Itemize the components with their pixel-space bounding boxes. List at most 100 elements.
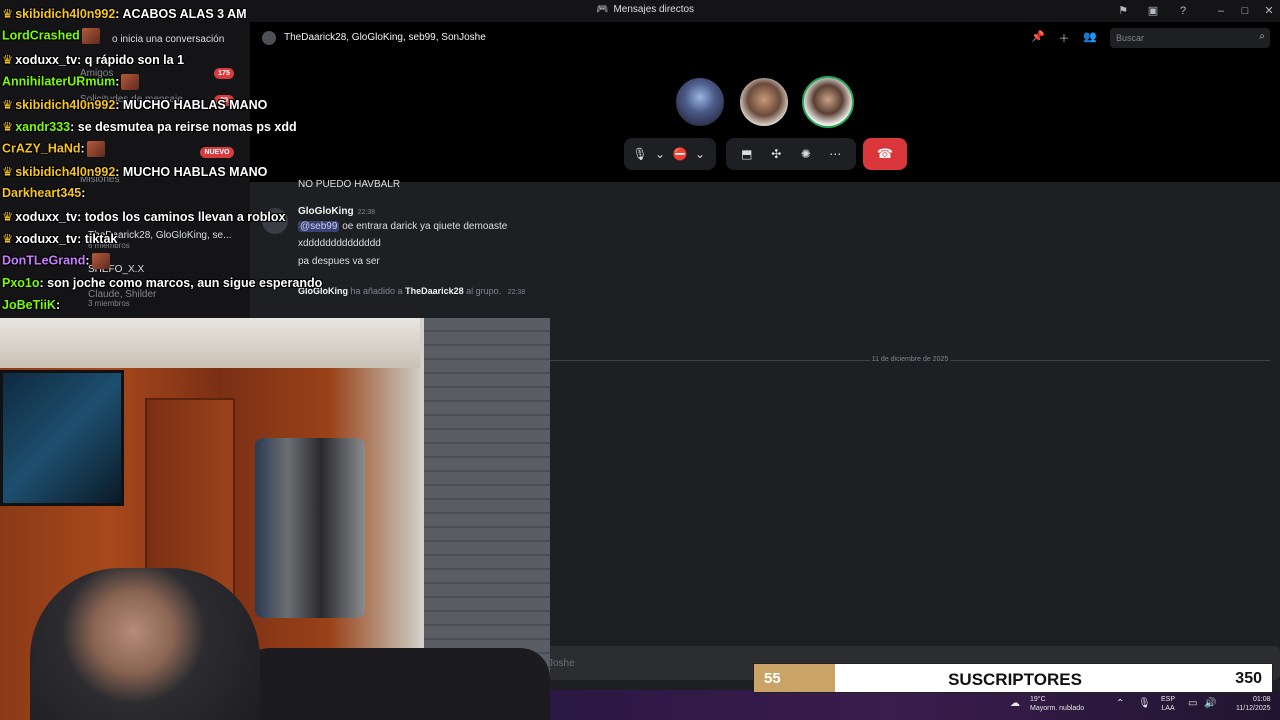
chat-message: Pxo1o: son joche como marcos, aun sigue …	[2, 276, 322, 290]
participant-avatar[interactable]	[674, 76, 726, 128]
language-indicator[interactable]: ESP LAA	[1161, 695, 1175, 713]
screen: 🎮 Mensajes directos ⚑ ▣ ? – □ ✕ o inicia…	[0, 0, 1280, 720]
crown-icon: ♛	[2, 232, 14, 246]
chevron-down-icon[interactable]: ⌄	[650, 147, 670, 161]
close-icon[interactable]: ✕	[1260, 3, 1278, 19]
weather-icon: ☁	[1010, 698, 1020, 709]
chat-text: :	[85, 253, 90, 268]
chat-text: : q rápido son la 1	[77, 53, 185, 67]
sub-goal-bar: 55 SUSCRIPTORES 350	[753, 663, 1273, 693]
call-participants: TheDaarick28, GloGloKing, seb99, SonJosh…	[284, 32, 486, 43]
sub-label: SUSCRIPTORES	[948, 670, 1082, 689]
sub-current: 55	[764, 670, 781, 687]
search-input[interactable]: Buscar ⌕	[1110, 28, 1270, 48]
network-icon[interactable]: ▭	[1188, 698, 1197, 709]
members-icon[interactable]: 👥	[1082, 30, 1098, 46]
chat-text: :	[55, 298, 61, 312]
chat-message: ♛ xoduxx_tv: q rápido son la 1	[2, 52, 184, 67]
emote-icon	[121, 74, 140, 90]
microphone-tray-icon[interactable]: 🎙	[1138, 698, 1151, 709]
clock[interactable]: 01:08 11/12/2025	[1236, 695, 1271, 713]
chat-message: ♛ xoduxx_tv: todos los caminos llevan a r…	[2, 209, 285, 224]
volume-icon[interactable]: 🔊	[1204, 698, 1216, 709]
chat-message: CrAZY_HaNd:	[2, 141, 105, 157]
language: ESP	[1161, 696, 1176, 703]
message-line: oe entrara darick ya qiuete demoaste	[342, 221, 508, 232]
add-friend-icon[interactable]: ＋	[1056, 30, 1072, 46]
date: 11/12/2025	[1236, 705, 1271, 712]
search-icon: ⌕	[1259, 31, 1265, 42]
chat-username: LordCrashed	[2, 28, 80, 43]
system-suffix: al grupo.	[466, 286, 502, 296]
maximize-icon[interactable]: □	[1236, 3, 1254, 19]
call-action-controls: ⬒ ✣ ✺ ⋯	[726, 138, 856, 170]
chat-message: ♛ xoduxx_tv: tiktak	[2, 231, 117, 246]
emote-icon	[86, 141, 105, 157]
pin-icon[interactable]: 📌	[1030, 30, 1046, 46]
minimize-icon[interactable]: –	[1212, 3, 1230, 19]
audio-video-controls: 🎙 ⌄ ⛔ ⌄	[624, 138, 716, 170]
chat-text: :	[80, 141, 85, 156]
chat-text: : MUCHO HABLAS MANO	[115, 98, 268, 112]
chat-username: Pxo1o	[2, 276, 40, 290]
sidebar-dm-group-2-members: 3 miembros	[88, 299, 130, 308]
chat-message: ♛ skibidich4l0n992: MUCHO HABLAS MANO	[2, 164, 267, 179]
screen-share-icon[interactable]: ⬒	[736, 147, 758, 161]
participant-avatar[interactable]	[738, 76, 790, 128]
participant-avatar-speaking[interactable]	[802, 76, 854, 128]
help-icon[interactable]: ?	[1174, 3, 1192, 19]
chat-username: Darkheart345	[2, 186, 82, 200]
chevron-up-icon[interactable]: ⌃	[1116, 698, 1124, 709]
webcam-overlay	[0, 318, 550, 720]
date-divider: 11 de diciembre de 2025	[550, 356, 1270, 363]
chat-username: CrAZY_HaNd	[2, 141, 81, 156]
more-icon[interactable]: ⋯	[824, 147, 846, 161]
call-header: TheDaarick28, GloGloKing, seb99, SonJosh…	[250, 22, 1280, 182]
chat-text: : todos los caminos llevan a roblox	[77, 210, 286, 224]
user-mention[interactable]: @seb99	[298, 221, 340, 232]
sub-goal: 350	[1235, 670, 1262, 687]
crown-icon: ♛	[2, 98, 14, 112]
chat-username: skibidich4l0n992	[15, 165, 116, 179]
chat-username: xoduxx_tv	[15, 232, 78, 246]
chat-username: JoBeTiiK	[2, 298, 56, 312]
weather-text: Mayorm. nublado	[1030, 705, 1085, 712]
chat-message: AnnihilaterURmum:	[2, 74, 140, 90]
chat-text: :	[115, 74, 120, 89]
webcam-streamer	[30, 568, 260, 720]
author-name[interactable]: GloGloKing	[298, 206, 354, 217]
emote-icon	[81, 28, 100, 44]
soundboard-icon[interactable]: ✺	[795, 147, 817, 161]
system-target[interactable]: TheDaarick28	[405, 286, 464, 296]
crown-icon: ♛	[2, 7, 14, 21]
microphone-icon[interactable]: 🎙	[630, 147, 650, 161]
friends-badge: 175	[214, 68, 234, 79]
message-text: NO PUEDO HAVBALR	[298, 179, 401, 190]
window-title-text: Mensajes directos	[613, 4, 695, 15]
chat-message: ♛ xandr333: se desmutea pa reirse nomas p…	[2, 119, 297, 134]
message-text: pa despues va ser	[298, 256, 380, 267]
inbox-icon[interactable]: ⚑	[1114, 3, 1132, 19]
group-dm-icon	[262, 31, 276, 45]
screen-icon[interactable]: ▣	[1144, 3, 1162, 19]
message-author[interactable]: GloGloKing 22:38	[298, 206, 375, 217]
hangup-button[interactable]: ☎	[863, 138, 907, 170]
phone-icon: ☎	[876, 146, 894, 161]
chat-message: JoBeTiiK:	[2, 298, 60, 312]
message-input-placeholder: Joshe	[548, 658, 575, 669]
chat-message: DonTLeGrand:	[2, 253, 110, 269]
chat-message: ♛ skibidich4l0n992: MUCHO HABLAS MANO	[2, 97, 267, 112]
chevron-down-icon[interactable]: ⌄	[690, 147, 710, 161]
system-action: ha añadido a	[350, 286, 403, 296]
message-timestamp: 22:38	[357, 209, 376, 216]
search-placeholder: Buscar	[1116, 33, 1145, 43]
crown-icon: ♛	[2, 210, 14, 224]
weather-widget[interactable]: 19°C Mayorm. nublado	[1030, 695, 1084, 713]
camera-off-icon[interactable]: ⛔	[670, 147, 690, 161]
start-conversation[interactable]: o inicia una conversación	[112, 34, 224, 45]
window-title: 🎮 Mensajes directos	[596, 4, 694, 15]
chat-username: xandr333	[15, 120, 71, 134]
activities-icon[interactable]: ✣	[765, 147, 787, 161]
temperature: 19°C	[1030, 696, 1046, 703]
discord-icon: 🎮	[596, 4, 609, 15]
